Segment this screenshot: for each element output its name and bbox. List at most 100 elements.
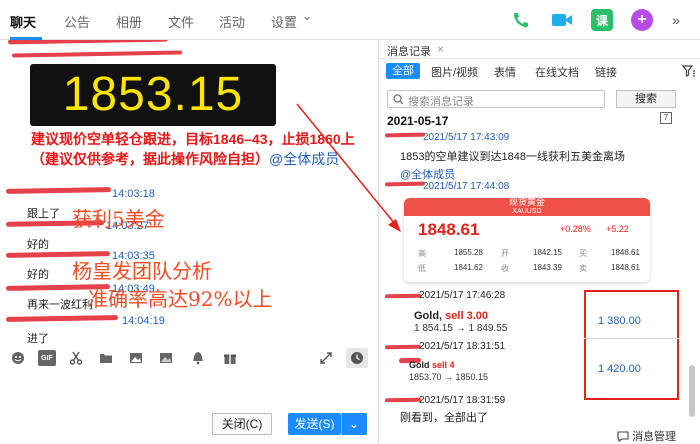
more-chevron-icon[interactable]: »: [665, 9, 687, 31]
emoji-icon[interactable]: [10, 350, 26, 366]
message-text: 好的: [27, 239, 49, 251]
history-time: 2021/5/17 18:31:51: [419, 341, 506, 352]
quote-label: 高: [418, 249, 426, 258]
history-time: 2021/5/17 17:43:09: [423, 132, 510, 143]
message-text: 好的: [27, 269, 49, 281]
mention-all[interactable]: @全体成员: [400, 166, 455, 182]
redacted-name-bar: [384, 293, 422, 299]
filter-tab-docs[interactable]: 在线文档: [535, 64, 579, 80]
filter-tab-media[interactable]: 图片/视频: [431, 64, 478, 80]
redacted-name-bar: [5, 315, 119, 322]
message-management-link[interactable]: 消息管理: [617, 428, 676, 444]
quote-label: 收: [501, 264, 509, 273]
trade-title: Gold, sell 3.00: [414, 310, 488, 322]
quote-price: 1848.61: [418, 220, 480, 239]
trade-title: Gold sell 4: [409, 360, 455, 370]
settings-dropdown-icon[interactable]: ⌄: [302, 9, 312, 23]
send-button[interactable]: 发送(S): [288, 413, 341, 435]
history-time: 2021/5/17 17:46:28: [419, 290, 506, 301]
quote-header: 现货黄金 XAUUSD: [404, 198, 650, 216]
history-time: 2021/5/17 18:31:59: [419, 395, 506, 406]
search-placeholder: 搜索消息记录: [408, 96, 474, 108]
image-icon[interactable]: [128, 350, 144, 366]
profit-overlay-text: 获利5美金: [72, 207, 165, 231]
redacted-name-bar: [384, 397, 422, 403]
quote-symbol: 现货黄金: [508, 198, 545, 207]
redacted-name-bar: [384, 181, 426, 187]
filter-icon[interactable]: [681, 65, 696, 80]
profit-highlight-box: [584, 290, 679, 400]
gift-icon[interactable]: [222, 350, 238, 366]
history-scrollbar[interactable]: [689, 365, 695, 417]
redacted-name-bar: [384, 344, 422, 350]
accuracy-overlay-text: 准确率高达92%以上: [88, 287, 273, 311]
send-options-dropdown[interactable]: ⌄: [341, 413, 367, 435]
folder-icon[interactable]: [98, 350, 114, 366]
bell-icon[interactable]: [190, 350, 206, 366]
quote-value: 1848.61: [611, 263, 640, 272]
filter-tab-all[interactable]: 全部: [386, 63, 420, 79]
trade-profit: 1 380.00: [598, 315, 641, 327]
search-button[interactable]: 搜索: [616, 90, 676, 108]
trade-profit: 1 420.00: [598, 363, 641, 375]
trade-prices: 1853.70 → 1850.15: [409, 372, 489, 382]
quote-label: 买: [579, 249, 587, 258]
price-highlight: 1853.15: [30, 64, 276, 126]
history-time: 2021/5/17 17:44:08: [423, 181, 510, 192]
history-text: 1853的空单建议到达1848一线获利五美金离场: [400, 151, 625, 163]
calendar-icon[interactable]: 7: [660, 112, 672, 124]
expand-icon[interactable]: [318, 350, 334, 366]
quote-value: 1843.39: [533, 263, 562, 272]
scissors-icon[interactable]: [68, 350, 84, 366]
redacted-name-bar: [7, 40, 169, 45]
quote-change-abs: +5.22: [606, 224, 629, 234]
video-call-icon[interactable]: [551, 9, 573, 31]
tab-chat[interactable]: 聊天: [10, 12, 36, 31]
quote-label: 低: [418, 264, 426, 273]
gif-icon[interactable]: GIF: [38, 350, 56, 366]
screenshot-icon[interactable]: [158, 350, 174, 366]
gold-quote-card[interactable]: 现货黄金 XAUUSD 1848.61 +0.28% +5.22 高 1855.…: [404, 198, 650, 282]
quote-change-percent: +0.28%: [560, 224, 591, 234]
search-icon: [393, 94, 404, 105]
message-time: 14:04:19: [122, 315, 165, 327]
tab-settings[interactable]: 设置: [271, 12, 297, 31]
filter-tab-stickers[interactable]: 表情: [494, 64, 516, 80]
history-date: 2021-05-17: [387, 114, 449, 128]
trade-advice-text: 建议现价空单轻仓跟进，目标1846–43，止损1860上（建议仅供参考，据此操作…: [31, 131, 355, 167]
quote-code: XAUUSD: [512, 208, 542, 215]
quote-value: 1848.61: [611, 248, 640, 257]
chat-bubble-icon: [617, 431, 629, 443]
title-divider: [379, 58, 700, 59]
mention-all[interactable]: @全体成员: [269, 151, 339, 167]
class-icon[interactable]: 课: [591, 9, 613, 31]
quote-label: 开: [501, 249, 509, 258]
close-button[interactable]: 关闭(C): [212, 413, 272, 435]
top-tab-bar: 聊天 公告 相册 文件 活动 设置 ⌄ 课 + »: [0, 0, 700, 40]
filter-tab-links[interactable]: 链接: [595, 64, 617, 80]
quote-value: 1855.28: [454, 248, 483, 257]
input-toolbar: GIF: [0, 345, 378, 371]
history-close-icon[interactable]: ×: [437, 42, 444, 56]
message-history-panel: 消息记录 × 全部 图片/视频 表情 在线文档 链接 搜索消息记录 搜索 202…: [379, 40, 700, 444]
quote-value: 1842.15: [533, 248, 562, 257]
tab-files[interactable]: 文件: [168, 12, 194, 31]
history-text: 刚看到，全部出了: [400, 412, 488, 424]
message-text: 进了: [27, 333, 49, 345]
message-text: 跟上了: [27, 208, 60, 220]
tab-announcement[interactable]: 公告: [64, 12, 90, 31]
quote-value: 1841.62: [454, 263, 483, 272]
phone-icon[interactable]: [510, 9, 532, 31]
tab-activity[interactable]: 活动: [219, 12, 245, 31]
tab-album[interactable]: 相册: [116, 12, 142, 31]
message-time: 14:03:18: [112, 188, 155, 200]
history-search-input[interactable]: 搜索消息记录: [387, 90, 605, 108]
quote-label: 卖: [579, 264, 587, 273]
add-app-icon[interactable]: +: [631, 9, 653, 31]
team-overlay-text: 杨皇发团队分析: [72, 259, 212, 283]
redacted-name-bar: [11, 50, 183, 58]
redacted-name-bar: [384, 132, 426, 138]
redacted-name-bar: [5, 187, 112, 194]
history-panel-title: 消息记录: [387, 46, 431, 58]
clock-history-icon[interactable]: [346, 348, 368, 368]
